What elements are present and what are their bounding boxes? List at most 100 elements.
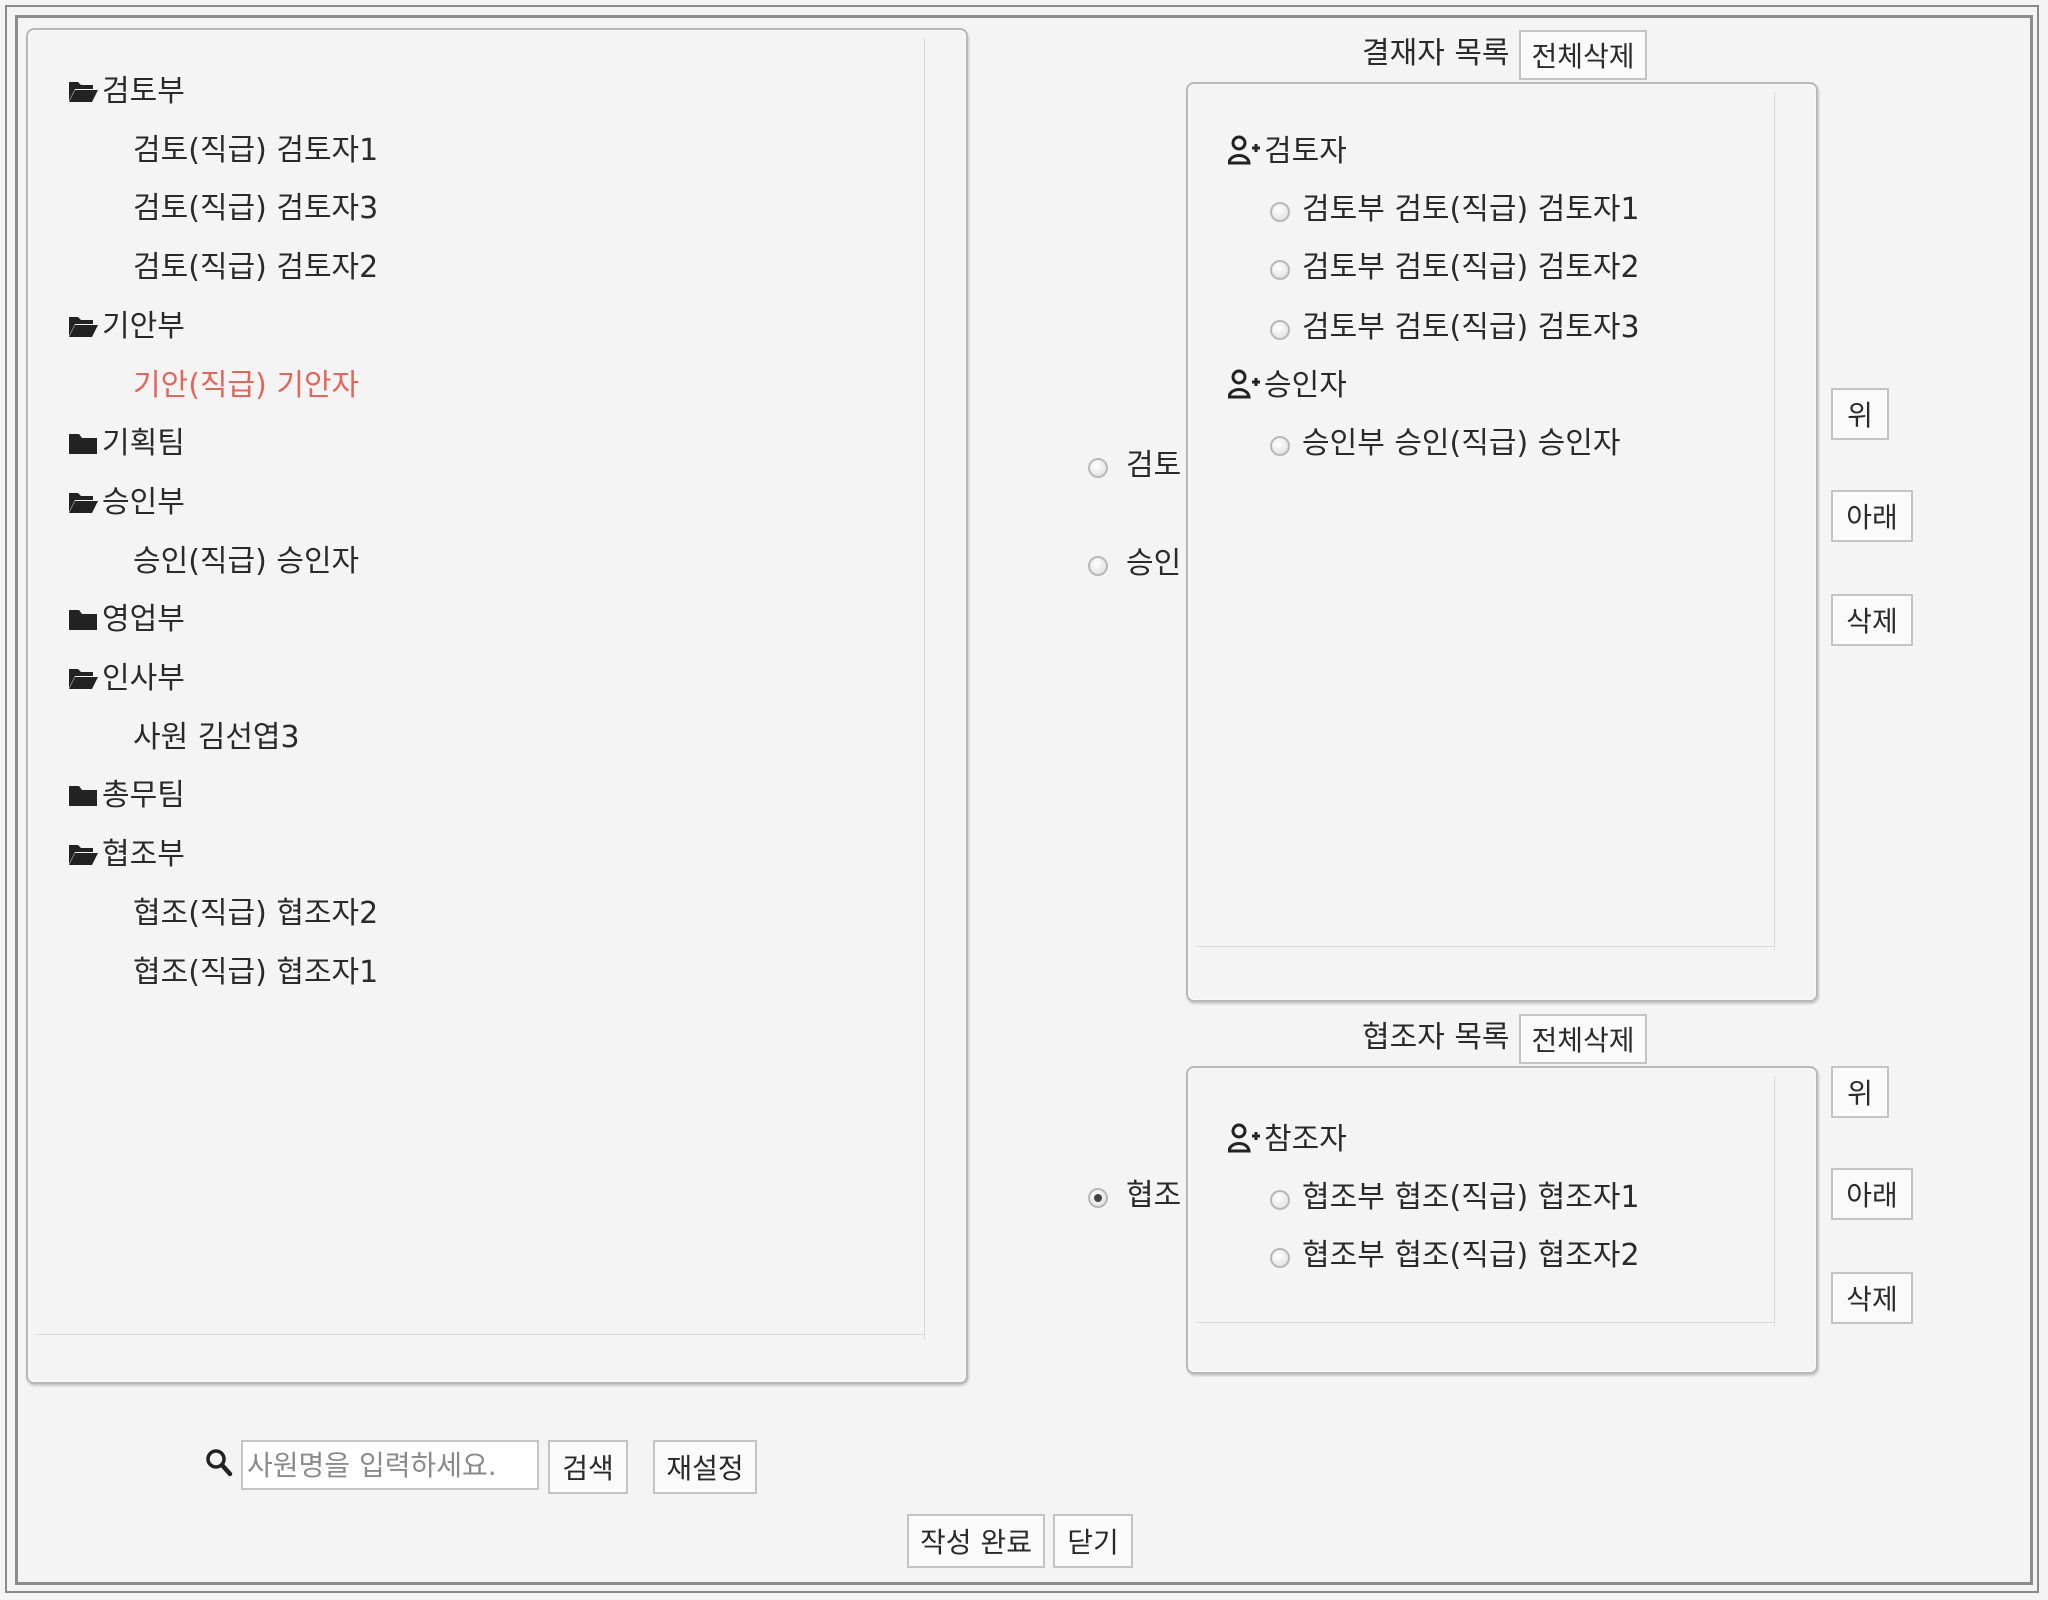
approver-entry[interactable]: 검토부 검토(직급) 검토자3 <box>1270 308 1640 348</box>
group-referrers: 참조자 <box>1228 1120 1347 1160</box>
tree-member[interactable]: 검토(직급) 검토자1 <box>133 131 378 171</box>
folder-open-icon <box>69 492 98 513</box>
cooperate-radio-label: 협조 <box>1126 1178 1182 1213</box>
cooperator-entry[interactable]: 협조부 협조(직급) 협조자1 <box>1270 1178 1640 1218</box>
member-label: 검토(직급) 검토자3 <box>133 191 379 227</box>
approver-down-button[interactable]: 아래 <box>1831 490 1913 542</box>
group-reviewers: 검토자 <box>1228 132 1347 172</box>
approve-radio-button[interactable] <box>1088 556 1108 576</box>
member-label: 검토(직급) 검토자2 <box>133 250 379 286</box>
member-label: 승인(직급) 승인자 <box>133 543 360 579</box>
tree-member[interactable]: 검토(직급) 검토자3 <box>133 189 378 229</box>
approver-scrollbar-horizontal[interactable] <box>1196 946 1774 947</box>
tree-folder[interactable]: 인사부 <box>68 659 185 699</box>
folder-label: 검토부 <box>102 74 185 109</box>
user-plus-icon <box>1228 369 1260 399</box>
tree-scrollbar-vertical[interactable] <box>924 38 925 1340</box>
cooperator-delete-button[interactable]: 삭제 <box>1831 1272 1913 1324</box>
search-button[interactable]: 검색 <box>548 1440 628 1494</box>
folder-label: 인사부 <box>102 661 185 696</box>
user-plus-icon <box>1228 135 1260 165</box>
folder-label: 영업부 <box>102 602 185 638</box>
entry-radio[interactable] <box>1270 320 1290 340</box>
group-label: 참조자 <box>1264 1122 1347 1157</box>
folder-label: 승인부 <box>102 484 185 520</box>
approver-delete-button[interactable]: 삭제 <box>1831 594 1913 646</box>
group-label: 승인자 <box>1264 368 1347 403</box>
tree-member[interactable]: 검토(직급) 검토자2 <box>133 248 378 288</box>
approver-up-button[interactable]: 위 <box>1831 388 1889 440</box>
approver-list-panel[interactable]: 검토자 검토부 검토(직급) 검토자1 검토부 검토(직급) 검토자2 검토부 … <box>1186 82 1818 1002</box>
tree-folder[interactable]: 협조부 <box>68 835 185 875</box>
entry-label: 협조부 협조(직급) 협조자2 <box>1302 1238 1640 1273</box>
group-approvers: 승인자 <box>1228 366 1347 406</box>
entry-radio[interactable] <box>1270 260 1290 280</box>
folder-open-icon <box>69 669 98 689</box>
member-label: 협조(직급) 협조자2 <box>133 895 379 931</box>
entry-label: 협조부 협조(직급) 협조자1 <box>1302 1180 1640 1215</box>
folder-label: 기안부 <box>102 308 185 344</box>
entry-label: 검토부 검토(직급) 검토자2 <box>1302 250 1640 285</box>
tree-folder[interactable]: 기안부 <box>68 307 185 347</box>
user-plus-icon <box>1228 1123 1260 1153</box>
entry-radio[interactable] <box>1270 202 1290 222</box>
folder-closed-icon <box>69 610 97 631</box>
group-label: 검토자 <box>1264 134 1347 169</box>
tree-folder[interactable]: 기획팀 <box>68 424 185 464</box>
close-button[interactable]: 닫기 <box>1053 1514 1133 1568</box>
type-radio-cooperate[interactable]: 협조 <box>1088 1176 1181 1216</box>
cooperator-scrollbar-vertical[interactable] <box>1774 1076 1775 1326</box>
tree-member[interactable]: 승인(직급) 승인자 <box>133 542 359 582</box>
entry-label: 검토부 검토(직급) 검토자1 <box>1302 192 1640 227</box>
approver-entry[interactable]: 검토부 검토(직급) 검토자1 <box>1270 190 1640 230</box>
tree-member[interactable]: 협조(직급) 협조자2 <box>133 894 378 934</box>
tree-folder[interactable]: 영업부 <box>68 600 185 640</box>
cooperator-entry[interactable]: 협조부 협조(직급) 협조자2 <box>1270 1236 1640 1276</box>
folder-open-icon <box>69 316 98 337</box>
review-radio-button[interactable] <box>1088 458 1108 478</box>
approver-scrollbar-vertical[interactable] <box>1774 92 1775 950</box>
tree-member[interactable]: 협조(직급) 협조자1 <box>133 953 378 993</box>
approver-list-title: 결재자 목록 <box>1362 36 1510 71</box>
approver-entry[interactable]: 검토부 검토(직급) 검토자2 <box>1270 248 1640 288</box>
approver-entry[interactable]: 승인부 승인(직급) 승인자 <box>1270 424 1620 464</box>
entry-radio[interactable] <box>1270 1190 1290 1210</box>
folder-closed-icon <box>69 434 97 455</box>
cooperator-up-button[interactable]: 위 <box>1831 1066 1889 1118</box>
folder-open-icon <box>69 845 98 866</box>
approve-radio-label: 승인 <box>1126 546 1182 581</box>
entry-label: 검토부 검토(직급) 검토자3 <box>1302 310 1640 345</box>
complete-button[interactable]: 작성 완료 <box>907 1514 1045 1568</box>
approver-clear-all-button[interactable]: 전체삭제 <box>1519 30 1647 80</box>
entry-radio[interactable] <box>1270 1248 1290 1268</box>
employee-search-input[interactable] <box>241 1440 539 1490</box>
folder-open-icon <box>69 82 98 102</box>
cooperator-list-title: 협조자 목록 <box>1362 1020 1510 1055</box>
cooperate-radio-button[interactable] <box>1088 1188 1108 1208</box>
member-label: 기안(직급) 기안자 <box>133 367 360 403</box>
tree-member[interactable]: 사원 김선엽3 <box>133 718 300 758</box>
folder-label: 총무팀 <box>102 778 185 814</box>
org-tree-panel[interactable]: 검토부검토(직급) 검토자1 검토(직급) 검토자3 검토(직급) 검토자2 기안부기… <box>26 28 968 1384</box>
cooperator-list-panel[interactable]: 참조자 협조부 협조(직급) 협조자1 협조부 협조(직급) 협조자2 <box>1186 1066 1818 1374</box>
review-radio-label: 검토 <box>1126 448 1182 483</box>
folder-closed-icon <box>69 786 97 807</box>
cooperator-down-button[interactable]: 아래 <box>1831 1168 1913 1220</box>
reset-button[interactable]: 재설정 <box>653 1440 757 1494</box>
entry-radio[interactable] <box>1270 436 1290 456</box>
cooperator-scrollbar-horizontal[interactable] <box>1196 1322 1774 1323</box>
type-radio-approve[interactable]: 승인 <box>1088 544 1181 584</box>
cooperator-clear-all-button[interactable]: 전체삭제 <box>1519 1014 1647 1064</box>
member-label: 협조(직급) 협조자1 <box>133 954 379 990</box>
tree-folder[interactable]: 승인부 <box>68 483 185 523</box>
tree-folder[interactable]: 검토부 <box>68 72 185 112</box>
tree-scrollbar-horizontal[interactable] <box>36 1334 924 1335</box>
member-label: 검토(직급) 검토자1 <box>133 132 379 168</box>
tree-member[interactable]: 기안(직급) 기안자 <box>133 366 359 406</box>
search-icon <box>206 1449 233 1477</box>
member-label: 사원 김선엽3 <box>133 719 300 755</box>
tree-folder[interactable]: 총무팀 <box>68 776 185 816</box>
folder-label: 협조부 <box>102 837 185 873</box>
entry-label: 승인부 승인(직급) 승인자 <box>1302 426 1621 461</box>
type-radio-review[interactable]: 검토 <box>1088 446 1181 486</box>
